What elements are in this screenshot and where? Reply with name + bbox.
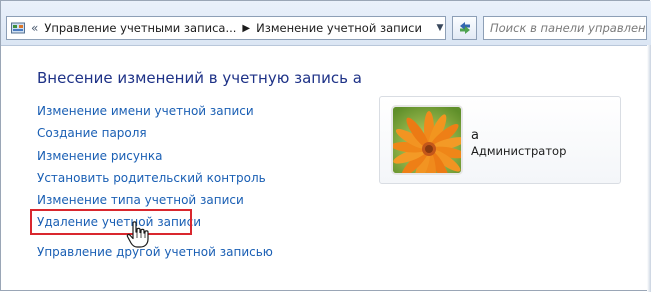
breadcrumb-user-accounts[interactable]: Управление учетными записа... xyxy=(44,21,236,35)
account-card: a Администратор xyxy=(379,96,621,184)
breadcrumb-change-account[interactable]: Изменение учетной записи xyxy=(256,21,422,35)
task-change-name[interactable]: Изменение имени учетной записи xyxy=(37,104,254,118)
triangle-right-icon[interactable]: ▶ xyxy=(242,23,250,34)
task-parental-controls[interactable]: Установить родительский контроль xyxy=(37,171,266,185)
address-bar[interactable]: « Управление учетными записа... ▶ Измене… xyxy=(6,16,446,40)
flower-avatar-icon xyxy=(393,107,461,173)
refresh-button[interactable] xyxy=(452,16,477,40)
task-change-account-type[interactable]: Изменение типа учетной записи xyxy=(37,193,244,207)
account-name: a xyxy=(471,128,479,143)
highlight-frame xyxy=(30,209,192,235)
window-edge xyxy=(647,45,651,292)
double-chevron-left-icon[interactable]: « xyxy=(31,21,38,35)
refresh-icon xyxy=(459,22,470,34)
window-frame: « Управление учетными записа... ▶ Измене… xyxy=(0,0,651,292)
hand-pointer-icon xyxy=(126,221,149,248)
account-role: Администратор xyxy=(471,144,567,158)
page-title: Внесение изменений в учетную запись a xyxy=(37,69,362,87)
task-change-picture[interactable]: Изменение рисунка xyxy=(37,149,162,163)
task-create-password[interactable]: Создание пароля xyxy=(37,126,147,140)
search-input[interactable]: Поиск в панели управления xyxy=(483,16,647,40)
chevron-down-icon[interactable]: ▼ xyxy=(433,21,447,35)
control-panel-icon xyxy=(11,22,25,34)
avatar xyxy=(391,105,463,175)
address-bar-area: « Управление учетными записа... ▶ Измене… xyxy=(1,1,651,46)
task-manage-other-account[interactable]: Управление другой учетной записью xyxy=(37,245,273,259)
